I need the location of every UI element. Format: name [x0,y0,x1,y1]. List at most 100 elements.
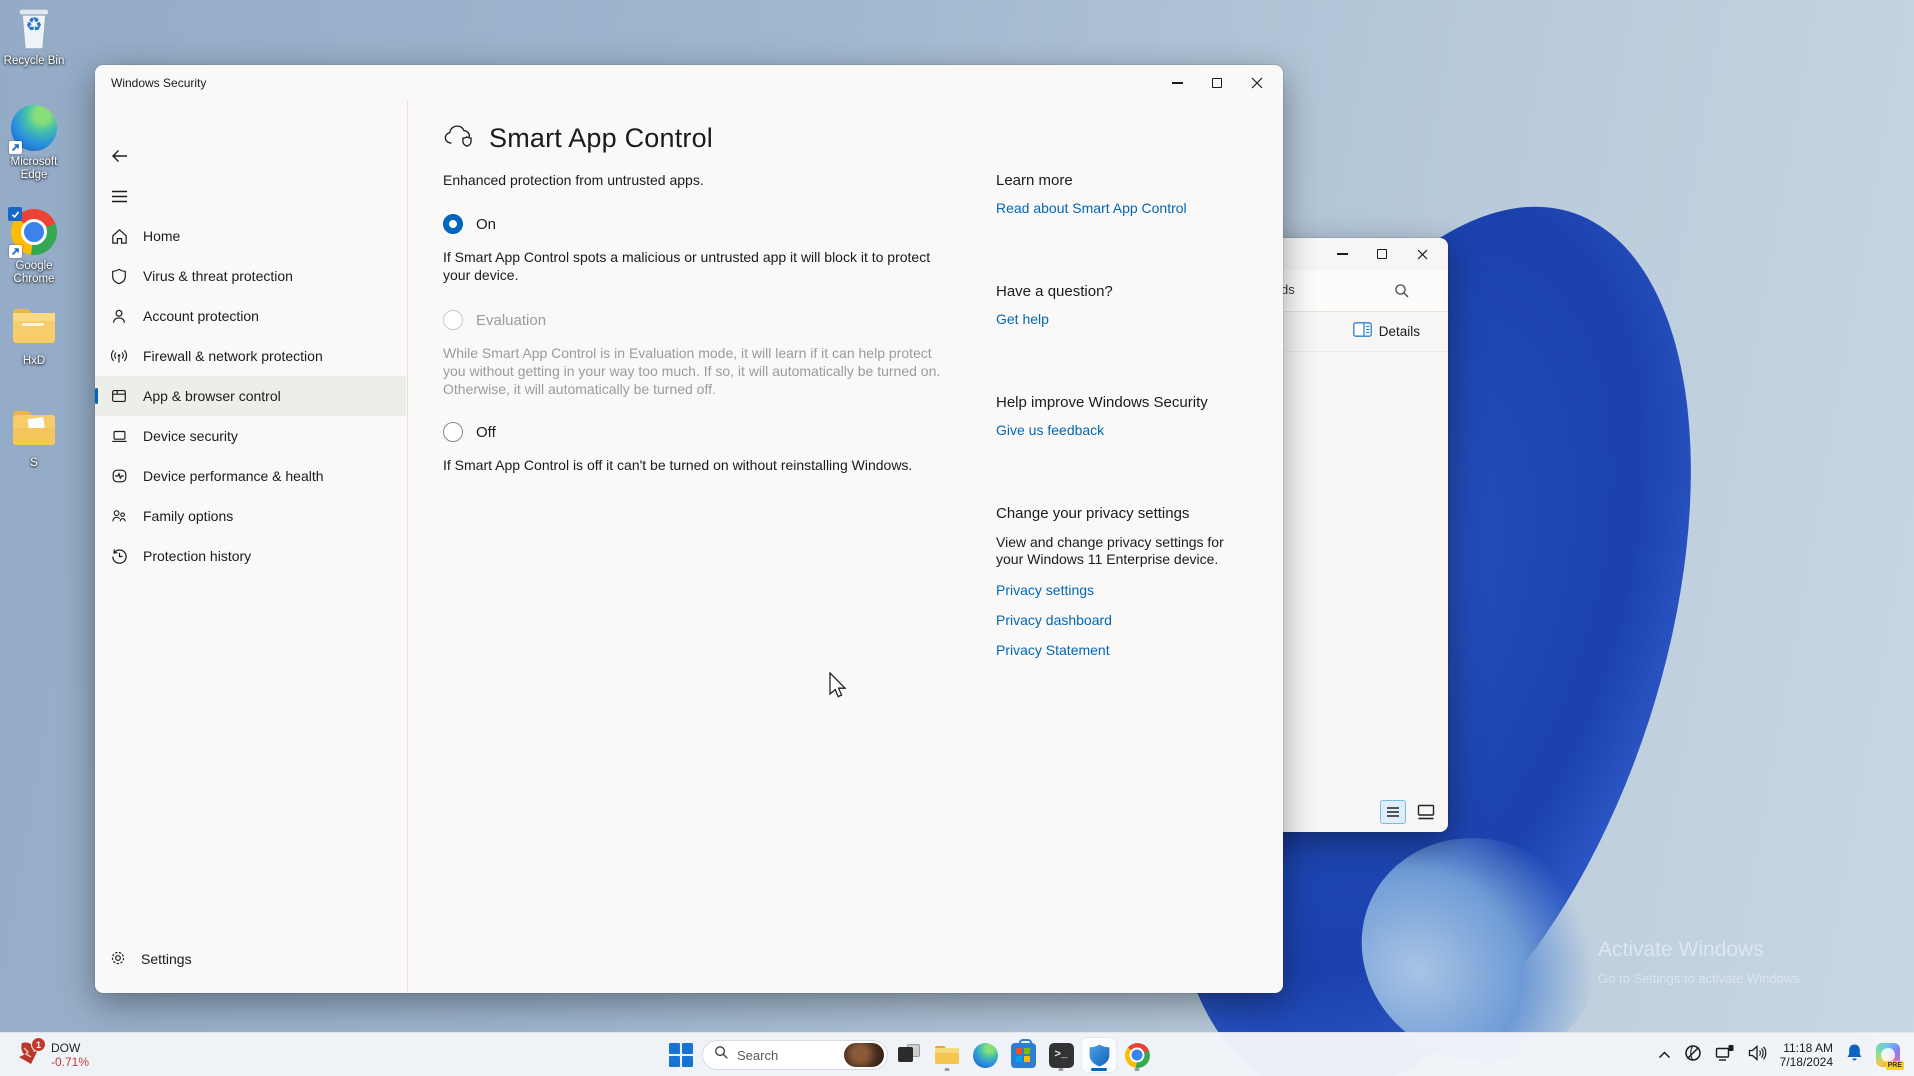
aside-heading-help-improve: Help improve Windows Security [996,394,1232,411]
page-subtitle: Enhanced protection from untrusted apps. [443,172,963,188]
widgets-button[interactable]: 1 DOW -0.71% [8,1033,95,1076]
widgets-badge: 1 [31,1037,46,1052]
help-aside: Learn more Read about Smart App Control … [996,101,1232,658]
notification-bell-icon[interactable] [1846,1043,1863,1067]
option-evaluation: Evaluation [443,310,963,330]
link-privacy-settings[interactable]: Privacy settings [996,582,1094,598]
privacy-description: View and change privacy settings for you… [996,534,1232,568]
bing-daily-image[interactable] [844,1043,884,1067]
sidebar-item-family-options[interactable]: Family options [95,496,406,536]
thumbnail-view-toggle[interactable] [1414,800,1438,824]
system-tray: 11:18 AM 7/18/2024 PRE [1658,1033,1914,1076]
link-give-us-feedback[interactable]: Give us feedback [996,422,1104,438]
minimize-button[interactable] [1157,70,1197,96]
radio-on[interactable] [443,214,463,234]
tray-overflow-chevron-icon[interactable] [1658,1046,1671,1064]
edge-icon [973,1043,998,1068]
tray-clock[interactable]: 11:18 AM 7/18/2024 [1780,1041,1833,1069]
ethernet-icon[interactable] [1715,1044,1735,1067]
file-explorer-taskbar-button[interactable] [930,1038,964,1072]
sidebar-item-device-security[interactable]: Device security [95,416,406,456]
start-button[interactable] [664,1038,698,1072]
taskbar-search-box[interactable]: Search [702,1040,888,1070]
folder-icon [934,1044,960,1066]
sidebar-item-device-performance-health[interactable]: Device performance & health [95,456,406,496]
widgets-ticker: DOW [51,1041,89,1055]
sidebar-item-home[interactable]: Home [95,216,406,256]
history-icon [109,546,129,566]
task-view-button[interactable] [892,1038,926,1072]
sidebar-item-label: Firewall & network protection [143,348,323,364]
security-sidebar: Home Virus & threat protection Account p… [95,101,408,993]
folder-icon [10,406,58,454]
back-button[interactable] [103,140,135,172]
windows-security-taskbar-button[interactable] [1082,1038,1116,1072]
home-icon [109,226,129,246]
link-privacy-dashboard[interactable]: Privacy dashboard [996,612,1112,628]
sidebar-item-firewall-network[interactable]: Firewall & network protection [95,336,406,376]
no-internet-icon[interactable] [1684,1044,1702,1067]
recycle-bin-icon: ♻ [10,4,58,52]
maximize-button[interactable] [1197,70,1237,96]
app-window-icon [109,386,129,406]
smart-app-control-panel: Smart App Control Enhanced protection fr… [443,101,963,474]
tray-time: 11:18 AM [1780,1041,1833,1055]
shield-icon [109,266,129,286]
explorer-maximize-button[interactable] [1362,241,1402,267]
link-get-help[interactable]: Get help [996,311,1049,327]
radio-on-label: On [476,216,496,233]
sidebar-item-app-browser-control[interactable]: App & browser control [95,376,406,416]
desktop-icon-label: Google Chrome [0,260,68,286]
security-shield-icon [1087,1043,1112,1068]
search-icon[interactable] [1394,283,1410,304]
microsoft-store-taskbar-button[interactable] [1006,1038,1040,1072]
chrome-taskbar-button[interactable] [1120,1038,1154,1072]
chrome-icon [1125,1043,1150,1068]
close-button[interactable] [1237,70,1277,96]
selected-check-icon [8,207,22,221]
radio-off[interactable] [443,422,463,442]
page-title: Smart App Control [489,123,713,154]
desktop-icon-label: Recycle Bin [0,55,68,68]
desktop-icon-hxd-folder[interactable]: HxD [0,304,68,368]
option-on[interactable]: On [443,214,963,234]
desktop-icon-microsoft-edge[interactable]: Microsoft Edge [0,104,68,182]
desktop-icon-s-folder[interactable]: S [0,406,68,470]
copilot-icon[interactable]: PRE [1876,1043,1900,1067]
shortcut-arrow-icon [9,141,22,154]
security-titlebar[interactable]: Windows Security [95,65,1283,101]
explorer-minimize-button[interactable] [1322,241,1362,267]
tray-date: 7/18/2024 [1780,1055,1833,1069]
link-privacy-statement[interactable]: Privacy Statement [996,642,1110,658]
sidebar-item-protection-history[interactable]: Protection history [95,536,406,576]
aside-heading-have-a-question: Have a question? [996,283,1232,300]
sidebar-item-label: Device performance & health [143,468,324,484]
task-view-icon [897,1043,921,1067]
volume-icon[interactable] [1748,1045,1767,1066]
radio-evaluation [443,310,463,330]
taskbar: 1 DOW -0.71% Search [0,1032,1914,1076]
link-read-about-smart-app-control[interactable]: Read about Smart App Control [996,200,1187,216]
sidebar-item-virus-threat-protection[interactable]: Virus & threat protection [95,256,406,296]
hamburger-menu-icon[interactable] [103,180,135,212]
watermark-line2: Go to Settings to activate Windows. [1598,971,1803,986]
sidebar-item-label: Protection history [143,548,251,564]
windows-security-window: Windows Security [95,65,1283,993]
desktop-icon-recycle-bin[interactable]: ♻ Recycle Bin [0,4,68,68]
desktop-icon-google-chrome[interactable]: Google Chrome [0,208,68,286]
edge-taskbar-button[interactable] [968,1038,1002,1072]
sidebar-item-account-protection[interactable]: Account protection [95,296,406,336]
search-placeholder: Search [737,1048,836,1063]
details-button[interactable]: Details [1379,324,1420,339]
gear-icon [109,949,127,970]
terminal-taskbar-button[interactable]: >_ [1044,1038,1078,1072]
explorer-close-button[interactable] [1402,241,1442,267]
sidebar-item-settings[interactable]: Settings [95,939,406,979]
option-off[interactable]: Off [443,422,963,442]
smart-app-control-icon [443,123,475,154]
sidebar-nav: Home Virus & threat protection Account p… [95,216,406,576]
person-icon [109,306,129,326]
list-view-toggle[interactable] [1380,800,1406,824]
option-on-description: If Smart App Control spots a malicious o… [443,248,948,284]
family-icon [109,506,129,526]
